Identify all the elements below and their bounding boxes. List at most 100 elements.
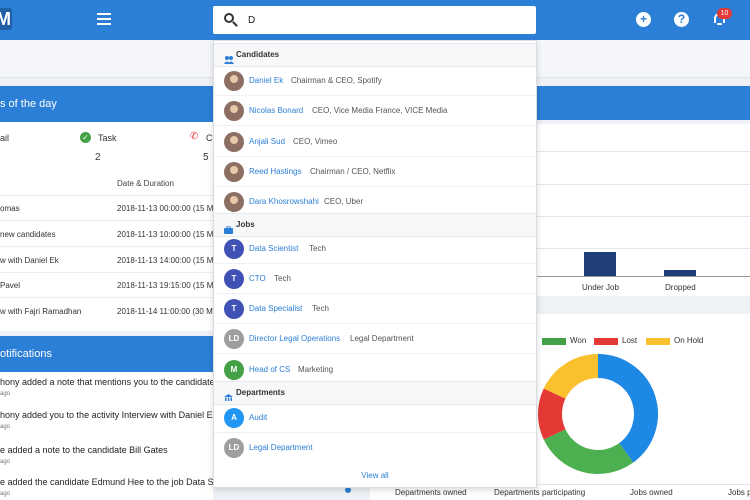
candidate-result[interactable]: Daniel Ek Chairman & CEO, Spotify [214,66,536,96]
activity-date: 2018-11-13 00:00:00 (15 M [117,204,214,213]
view-all-link[interactable]: View all [214,465,536,487]
search-box[interactable] [213,6,536,34]
legend-swatch-on-hold [646,338,670,345]
bar-label-under-job: Under Job [582,283,619,292]
panel-separator [536,296,750,314]
candidate-title: Chairman & CEO, Spotify [291,76,382,85]
notification-text[interactable]: e added the candidate Edmund Hee to the … [0,477,214,487]
job-avatar: T [224,269,244,289]
candidate-result[interactable]: Reed Hastings Chairman / CEO, Netflix [214,157,536,187]
menu-icon[interactable] [97,13,111,25]
divider [0,297,213,298]
notification-text[interactable]: hony added you to the activity Interview… [0,410,213,420]
notification-time: ago [0,424,11,430]
job-department: Marketing [298,365,334,374]
activity-date: 2018-11-14 11:00:00 (30 M [117,307,213,316]
candidate-title: Chairman / CEO, Netflix [310,167,396,176]
job-avatar: T [224,299,244,319]
activity-name[interactable]: w with Daniel Ek [0,256,59,265]
chart-axis [536,276,750,277]
department-avatar: A [224,408,244,428]
notification-text[interactable]: e added a note to the candidate Bill Gat… [0,445,168,455]
column-departments-participating: Departments participating [494,488,586,497]
avatar [224,101,244,121]
candidate-name[interactable]: Reed Hastings [249,167,301,176]
divider [0,246,213,247]
help-icon[interactable]: ? [674,12,689,27]
candidate-name[interactable]: Dara Khosrowshahi [249,197,319,206]
candidate-result[interactable]: Nicolas Bonard CEO, Vice Media France, V… [214,96,536,126]
department-name[interactable]: Legal Department [249,443,313,452]
gridline [536,248,750,249]
pipeline-chart-panel [536,124,750,296]
legend-swatch-lost [594,338,618,345]
job-name[interactable]: Data Specialist [249,304,302,313]
job-department: Tech [312,304,329,313]
job-department: Legal Department [350,334,414,343]
section-jobs-label: Jobs [236,220,255,229]
job-result[interactable]: T Data Specialist Tech [214,294,536,324]
activity-date: 2018-11-13 14:00:00 (15 M [117,256,214,265]
notification-text[interactable]: hony added a note that mentions you to t… [0,377,215,387]
department-result[interactable]: LD Legal Department [214,433,536,463]
divider [0,195,213,196]
search-input[interactable] [248,6,528,34]
job-result[interactable]: T Data Scientist Tech [214,234,536,264]
search-icon [224,13,238,27]
legend-label-on-hold: On Hold [674,336,704,345]
department-result[interactable]: A Audit [214,403,536,433]
stat-label-task: Task [98,133,117,143]
search-results-dropdown: Candidates Daniel Ek Chairman & CEO, Spo… [213,40,537,488]
donut-slice [543,354,599,400]
candidate-result[interactable]: Anjali Sud CEO, Vimeo [214,127,536,157]
job-result[interactable]: LD Director Legal Operations Legal Depar… [214,324,536,354]
candidate-title: CEO, Vimeo [293,137,338,146]
job-department: Tech [274,274,291,283]
divider [0,272,213,273]
phone-icon: ✆ [190,131,199,142]
check-icon: ✓ [80,132,91,143]
activity-name[interactable]: omas [0,204,20,213]
app-logo[interactable]: M [0,8,12,30]
activity-name[interactable]: new candidates [0,230,56,239]
job-name[interactable]: Director Legal Operations [249,334,340,343]
activity-name[interactable]: Pavel [0,281,20,290]
section-candidates-label: Candidates [236,50,280,59]
column-jobs-participating: Jobs p [728,488,750,497]
job-avatar: M [224,360,244,380]
gridline [536,216,750,217]
job-result[interactable]: T CTO Tech [214,264,536,294]
bar-label-dropped: Dropped [665,283,696,292]
people-icon [224,51,234,64]
notification-count-badge: 10 [717,8,732,19]
candidate-title: CEO, Vice Media France, VICE Media [312,106,448,115]
column-header-date: Date & Duration [117,179,174,188]
gridline [536,151,750,152]
candidate-name[interactable]: Anjali Sud [249,137,285,146]
candidate-name[interactable]: Nicolas Bonard [249,106,303,115]
add-icon[interactable]: + [636,12,651,27]
candidate-title: CEO, Uber [324,197,364,206]
department-name[interactable]: Audit [249,413,267,422]
job-name[interactable]: Data Scientist [249,244,298,253]
status-donut-chart [538,354,658,474]
notification-time: ago [0,491,11,497]
donut-slice [538,388,566,440]
job-name[interactable]: CTO [249,274,266,283]
activity-date: 2018-11-13 19:15:00 (15 Mi [117,281,216,290]
column-jobs-owned: Jobs owned [630,488,673,497]
candidate-name[interactable]: Daniel Ek [249,76,283,85]
bar-dropped [664,270,696,276]
activities-header: s of the day [0,86,213,122]
job-department: Tech [309,244,326,253]
activity-name[interactable]: w with Fajri Ramadhan [0,307,81,316]
stat-value-task: 2 [95,152,101,163]
legend-swatch-won [542,338,566,345]
job-name[interactable]: Head of CS [249,365,290,374]
donut-slice [597,354,658,463]
briefcase-icon [224,221,233,234]
building-icon [224,389,233,401]
notifications-header: otifications [0,336,213,372]
job-avatar: T [224,239,244,259]
bar-under-job [584,252,616,276]
